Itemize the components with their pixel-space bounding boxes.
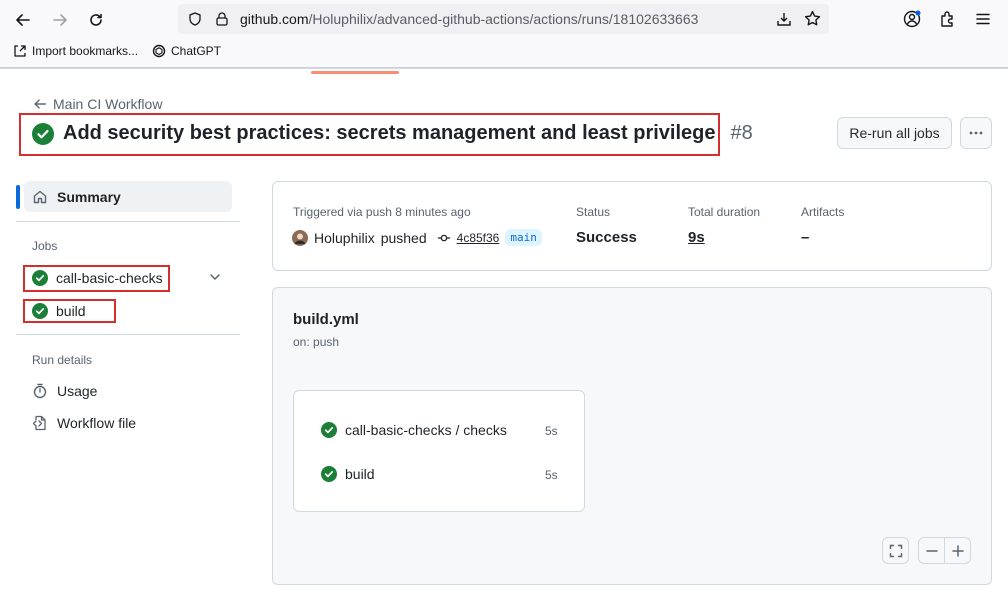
status-value: Success <box>576 229 637 246</box>
workflow-file-name: build.yml <box>293 311 359 328</box>
run-title: Add security best practices: secrets man… <box>63 122 716 144</box>
plus-icon <box>951 544 964 557</box>
chatgpt-logo-icon <box>152 44 166 58</box>
lock-icon[interactable] <box>216 12 228 26</box>
bookmark-chatgpt-label: ChatGPT <box>171 44 222 58</box>
url-text: github.com/Holuphilix/advanced-github-ac… <box>240 11 698 27</box>
sidebar-divider <box>16 334 240 335</box>
active-tab-indicator <box>311 71 399 74</box>
download-icon[interactable] <box>776 11 792 27</box>
extensions-puzzle-icon[interactable] <box>939 10 957 28</box>
run-info-card <box>272 181 992 271</box>
page-title: Add security best practices: secrets man… <box>32 122 753 145</box>
graph-job-duration: 5s <box>545 424 558 438</box>
rerun-all-jobs-button[interactable]: Re-run all jobs <box>837 117 952 149</box>
fullscreen-button[interactable] <box>882 537 909 564</box>
duration-value-link[interactable]: 9s <box>688 229 705 246</box>
summary-label: Summary <box>57 188 121 205</box>
minus-icon <box>925 549 938 552</box>
success-check-icon <box>321 422 337 438</box>
zoom-in-button[interactable] <box>944 537 971 564</box>
success-check-icon <box>32 303 48 319</box>
trigger-text: Triggered via push 8 minutes ago <box>293 205 471 219</box>
sidebar-job-build[interactable]: build <box>32 303 86 319</box>
back-link-label: Main CI Workflow <box>53 96 163 112</box>
bookmark-star-icon[interactable] <box>804 10 821 27</box>
artifacts-label: Artifacts <box>801 205 845 219</box>
branch-badge[interactable]: main <box>505 229 542 246</box>
home-icon <box>33 190 47 203</box>
divider <box>0 68 1008 69</box>
sidebar-divider <box>16 221 240 222</box>
stopwatch-icon <box>33 383 47 399</box>
zoom-out-button[interactable] <box>918 537 945 564</box>
success-check-icon <box>32 270 48 286</box>
url-path: /Holuphilix/advanced-github-actions/acti… <box>308 11 699 27</box>
run-details-heading: Run details <box>32 353 93 367</box>
workflow-trigger: on: push <box>293 335 340 349</box>
back-arrow-icon[interactable] <box>9 6 37 34</box>
job-group-box <box>293 390 585 512</box>
push-action: pushed <box>380 229 427 246</box>
success-check-icon <box>321 466 337 482</box>
kebab-horizontal-icon <box>969 131 983 135</box>
jobs-heading: Jobs <box>32 239 58 253</box>
git-commit-icon <box>437 234 450 241</box>
arrow-left-icon <box>34 99 46 109</box>
artifacts-value: – <box>801 229 810 246</box>
import-icon <box>14 45 26 57</box>
bookmark-import-label: Import bookmarks... <box>32 44 139 58</box>
summary-active-indicator <box>16 185 20 209</box>
fullscreen-icon <box>889 544 902 557</box>
graph-job-build[interactable]: build <box>321 466 375 482</box>
chevron-down-icon[interactable] <box>209 271 221 283</box>
bookmark-import[interactable]: Import bookmarks... <box>13 44 138 58</box>
job-label: build <box>56 303 86 319</box>
bookmark-chatgpt[interactable]: ChatGPT <box>152 44 221 58</box>
back-to-workflow-link[interactable]: Main CI Workflow <box>33 96 162 112</box>
commit-sha-link[interactable]: 4c85f36 <box>457 231 500 245</box>
url-host: github.com <box>240 11 309 27</box>
browser-chrome: github.com/Holuphilix/advanced-github-ac… <box>0 0 1008 68</box>
actor-name[interactable]: Holuphilix <box>314 230 375 246</box>
graph-job-label: build <box>345 466 375 482</box>
sidebar-job-call-basic-checks[interactable]: call-basic-checks <box>32 270 163 286</box>
avatar[interactable] <box>292 229 308 246</box>
success-check-icon <box>32 122 54 145</box>
file-code-icon <box>32 415 46 431</box>
usage-label: Usage <box>57 383 98 399</box>
account-icon[interactable] <box>903 10 921 28</box>
duration-label: Total duration <box>688 205 761 219</box>
graph-job-label: call-basic-checks / checks <box>345 422 507 438</box>
sidebar-item-summary[interactable]: Summary <box>24 181 232 212</box>
job-label: call-basic-checks <box>56 270 163 286</box>
menu-hamburger-icon[interactable] <box>975 11 991 27</box>
workflow-file-label: Workflow file <box>57 415 137 431</box>
more-options-button[interactable] <box>960 117 992 149</box>
graph-job-call-basic-checks[interactable]: call-basic-checks / checks <box>321 422 507 438</box>
reload-icon[interactable] <box>82 6 110 34</box>
run-number: #8 <box>730 122 753 144</box>
shield-icon[interactable] <box>188 12 202 26</box>
sidebar-item-usage[interactable]: Usage <box>32 383 97 399</box>
graph-job-duration: 5s <box>545 468 558 482</box>
status-label: Status <box>576 205 611 219</box>
push-details: Holuphilix pushed 4c85f36 main <box>292 229 542 246</box>
sidebar-item-workflow-file[interactable]: Workflow file <box>32 415 136 431</box>
forward-arrow-icon[interactable] <box>46 6 74 34</box>
url-bar[interactable]: github.com/Holuphilix/advanced-github-ac… <box>178 4 829 34</box>
